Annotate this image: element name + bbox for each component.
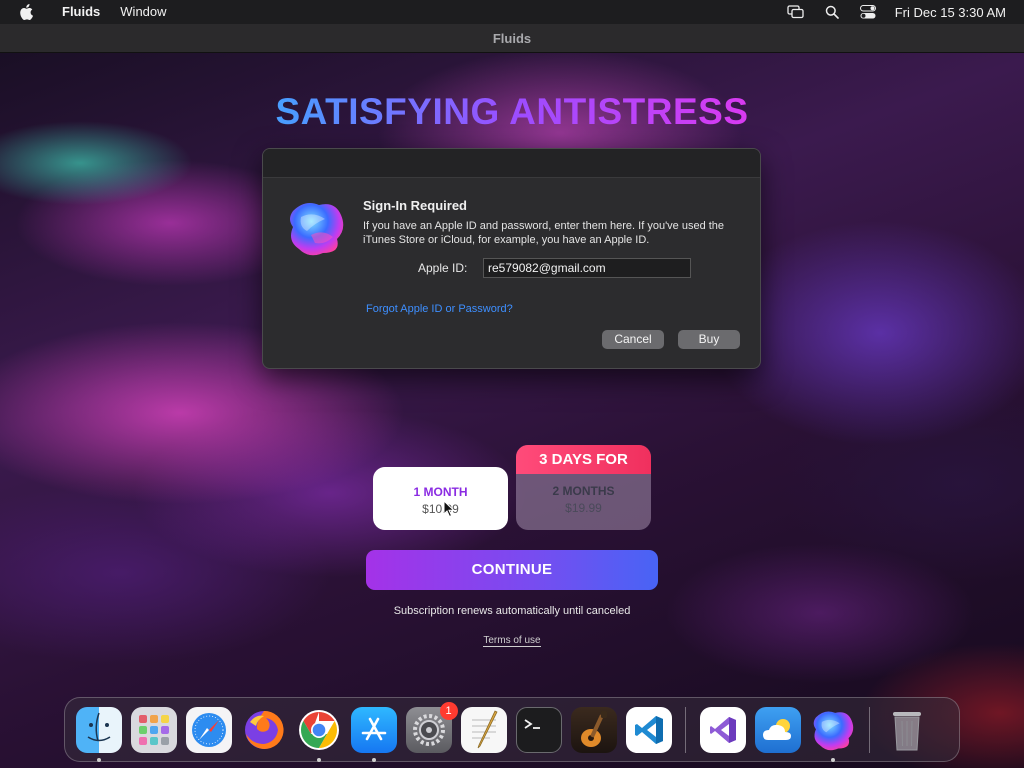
dock: 1 — [64, 697, 960, 762]
dialog-message: If you have an Apple ID and password, en… — [363, 220, 725, 246]
menu-bar-clock[interactable]: Fri Dec 15 3:30 AM — [895, 5, 1006, 20]
notification-badge: 1 — [439, 701, 458, 720]
dock-separator — [685, 706, 686, 753]
control-center-icon[interactable] — [859, 4, 877, 20]
window-menu[interactable]: Window — [110, 0, 176, 24]
apple-id-label: Apple ID: — [418, 261, 468, 275]
finder-icon[interactable] — [75, 706, 122, 762]
terminal-icon[interactable] — [515, 706, 562, 753]
apple-id-field[interactable] — [483, 258, 691, 278]
safari-icon[interactable] — [185, 706, 232, 753]
app-menu[interactable]: Fluids — [52, 0, 110, 24]
plan-name: 2 MONTHS — [552, 484, 615, 498]
garageband-icon[interactable] — [570, 706, 617, 753]
running-indicator — [371, 757, 376, 762]
terms-of-use-link[interactable]: Terms of use — [0, 635, 1024, 647]
plan-name: 1 MONTH — [413, 485, 468, 499]
dock-separator — [869, 706, 870, 753]
mouse-cursor-icon — [443, 499, 455, 518]
plan-trial-badge: 3 DAYS FOR — [516, 445, 651, 474]
visual-studio-icon[interactable] — [699, 706, 746, 753]
plan-price: $19.99 — [565, 501, 602, 515]
dialog-title: Sign-In Required — [363, 198, 467, 213]
running-indicator — [96, 757, 101, 762]
fluids-dock-icon[interactable] — [810, 707, 856, 762]
trash-icon[interactable] — [884, 707, 930, 753]
terms-of-use-label[interactable]: Terms of use — [483, 635, 541, 647]
textedit-icon[interactable] — [460, 706, 507, 753]
screen-mirroring-icon[interactable] — [787, 4, 805, 20]
plan-option-1-month[interactable]: 1 MONTH $10.99 — [373, 467, 508, 530]
chrome-icon[interactable] — [296, 707, 342, 762]
apple-menu-icon[interactable] — [0, 0, 52, 24]
running-indicator — [830, 757, 835, 762]
app-content: SATISFYING ANTISTRESS Sign-In Required I… — [0, 53, 1024, 768]
forgot-apple-id-link[interactable]: Forgot Apple ID or Password? — [366, 303, 513, 315]
launchpad-icon[interactable] — [130, 706, 177, 753]
fluids-app-icon — [285, 197, 347, 259]
menu-bar: Fluids Window Fri Dec 15 3:30 AM — [0, 0, 1024, 24]
buy-button[interactable]: Buy — [678, 330, 740, 349]
promo-headline: SATISFYING ANTISTRESS — [0, 91, 1024, 133]
app-store-icon[interactable] — [350, 706, 397, 762]
cancel-button[interactable]: Cancel — [602, 330, 664, 349]
spotlight-search-icon[interactable] — [823, 4, 841, 20]
running-indicator — [316, 757, 321, 762]
window-title-bar: Fluids — [0, 24, 1024, 53]
dialog-header-bar — [263, 149, 760, 178]
plan-option-2-months[interactable]: 3 DAYS FOR 2 MONTHS $19.99 — [516, 445, 651, 530]
continue-button[interactable]: CONTINUE — [366, 550, 658, 590]
firefox-icon[interactable] — [241, 707, 287, 753]
system-settings-icon[interactable]: 1 — [405, 701, 458, 753]
vscode-icon[interactable] — [625, 706, 672, 753]
subscription-renew-notice: Subscription renews automatically until … — [393, 605, 631, 617]
sign-in-dialog: Sign-In Required If you have an Apple ID… — [262, 148, 761, 369]
weather-icon[interactable] — [754, 706, 801, 753]
plan-price: $10.99 — [422, 502, 459, 516]
